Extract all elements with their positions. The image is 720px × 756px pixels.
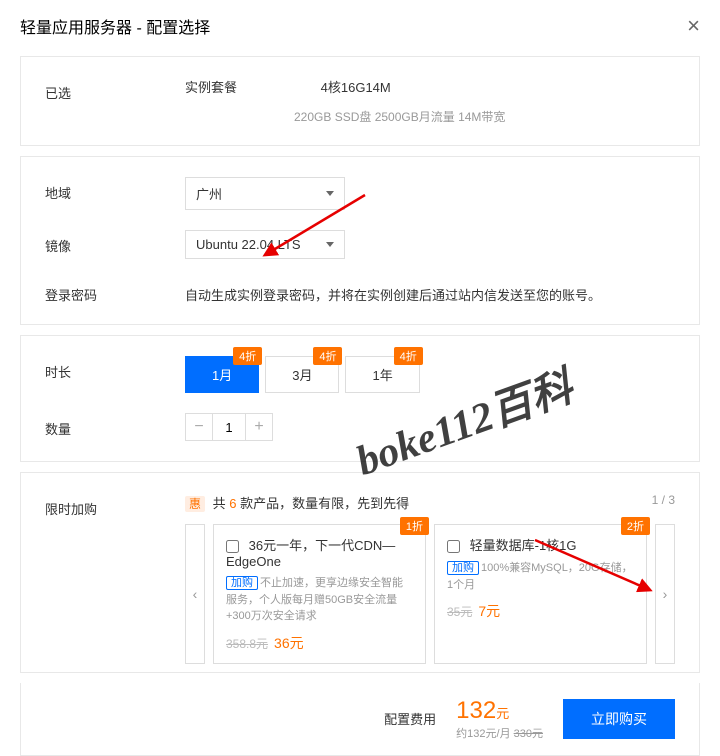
duration-label: 时长 xyxy=(45,356,185,381)
discount-badge: 2折 xyxy=(621,517,650,535)
addon-prev-button[interactable]: ‹ xyxy=(185,524,205,664)
image-value: Ubuntu 22.04 LTS xyxy=(196,237,301,252)
addon-checkbox[interactable] xyxy=(226,540,239,553)
discount-badge: 4折 xyxy=(233,347,262,365)
duration-option-1y[interactable]: 1年 4折 xyxy=(345,356,419,393)
region-label: 地域 xyxy=(45,177,185,202)
spec-detail: 220GB SSD盘 2500GB月流量 14M带宽 xyxy=(294,108,675,125)
footer-price: 132元 xyxy=(456,697,509,724)
footer-sub: 约132元/月 330元 xyxy=(456,725,543,741)
chevron-down-icon xyxy=(326,242,334,247)
addon-next-button[interactable]: › xyxy=(655,524,675,664)
chevron-down-icon xyxy=(326,191,334,196)
quantity-label: 数量 xyxy=(45,413,185,438)
discount-badge: 4折 xyxy=(313,347,342,365)
dialog-title: 轻量应用服务器 - 配置选择 xyxy=(20,14,210,38)
region-value: 广州 xyxy=(196,184,222,203)
addon-checkbox[interactable] xyxy=(447,540,460,553)
addon-label: 限时加购 xyxy=(45,493,185,518)
quantity-input[interactable] xyxy=(213,413,245,441)
spec-value: 4核16G14M xyxy=(321,77,391,96)
spec-label: 实例套餐 xyxy=(185,77,237,96)
buy-button[interactable]: 立即购买 xyxy=(563,699,675,739)
password-label: 登录密码 xyxy=(45,279,185,304)
close-icon[interactable]: × xyxy=(687,15,700,37)
duration-option-1m[interactable]: 1月 4折 xyxy=(185,356,259,393)
discount-badge: 4折 xyxy=(394,347,423,365)
addon-pager: 1 / 3 xyxy=(652,493,675,507)
hot-tag: 惠 xyxy=(185,496,205,512)
duration-group: 1月 4折 3月 4折 1年 4折 xyxy=(185,356,426,393)
addon-card[interactable]: 2折 轻量数据库-1核1G 加购100%兼容MySQL，20G存储，1个月 35… xyxy=(434,524,647,664)
region-dropdown[interactable]: 广州 xyxy=(185,177,345,210)
discount-badge: 1折 xyxy=(400,517,429,535)
duration-option-3m[interactable]: 3月 4折 xyxy=(265,356,339,393)
image-label: 镜像 xyxy=(45,230,185,255)
addon-card[interactable]: 1折 36元一年，下一代CDN—EdgeOne 加购不止加速，更享边缘安全智能服… xyxy=(213,524,426,664)
footer-label: 配置费用 xyxy=(384,709,436,728)
quantity-minus-button[interactable]: − xyxy=(185,413,213,441)
image-dropdown[interactable]: Ubuntu 22.04 LTS xyxy=(185,230,345,259)
quantity-stepper: − + xyxy=(185,413,273,441)
quantity-plus-button[interactable]: + xyxy=(245,413,273,441)
selected-label: 已选 xyxy=(45,77,185,102)
password-text: 自动生成实例登录密码，并将在实例创建后通过站内信发送至您的账号。 xyxy=(185,279,601,304)
